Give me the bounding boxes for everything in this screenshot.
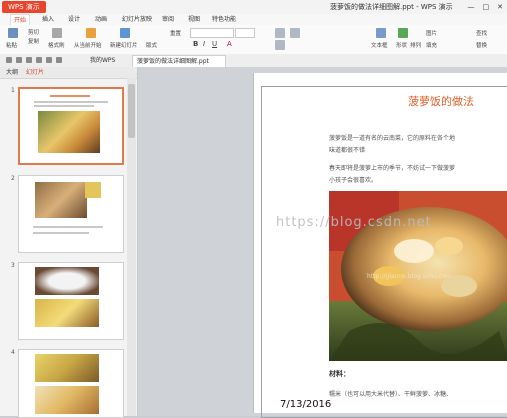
window-title: 菠萝饭的做法详细图解.ppt - WPS 演示 <box>330 3 453 11</box>
font-color-button[interactable]: A <box>227 40 232 48</box>
format-painter-button[interactable]: 格式刷 <box>48 41 65 49</box>
window-controls: — □ ✕ <box>468 1 504 13</box>
slide-date: 7/13/2016 <box>280 399 332 410</box>
slide-thumbnail-photo <box>35 354 99 382</box>
font-name-select[interactable] <box>190 28 234 38</box>
slide-number: 2 <box>11 175 15 182</box>
tab-my-wps[interactable]: 我的WPS <box>86 55 119 66</box>
save-icon[interactable] <box>6 57 12 63</box>
slide-thumbnail-photo <box>35 299 99 327</box>
format-painter-icon[interactable] <box>52 28 62 38</box>
slide-paragraph: 春天即将是菠萝上市的季节，不妨试一下做菠萝 <box>329 165 456 172</box>
paragraph-icon[interactable] <box>275 40 285 50</box>
dropdown-icon[interactable] <box>56 57 62 63</box>
print-icon[interactable] <box>16 57 22 63</box>
watermark-text: https://blog.csdn.net <box>276 215 432 230</box>
slide-thumbnail-photo <box>35 182 87 218</box>
photo-caption: http://glanne.blog.sohu.com <box>367 273 452 280</box>
panel-tabs: 大纲 幻灯片 <box>0 67 137 79</box>
picture-button[interactable]: 图片 <box>426 29 437 37</box>
slide-thumbnail-photo <box>85 182 101 198</box>
slide-thumbnail-photo <box>35 267 99 295</box>
textbox-icon[interactable] <box>376 28 386 38</box>
arrange-button[interactable]: 排列 <box>410 41 421 49</box>
bold-button[interactable]: B <box>193 40 198 48</box>
preview-icon[interactable] <box>26 57 32 63</box>
menu-view[interactable]: 视图 <box>188 14 200 25</box>
menu-special[interactable]: 特色功能 <box>212 14 236 25</box>
textbox-button[interactable]: 文本框 <box>371 41 388 49</box>
copy-button[interactable]: 复制 <box>28 37 39 45</box>
slide-canvas: 菠萝饭的做法 菠萝饭是一道有名的云南菜，它的原料在各个地 味道都很不错 春天即将… <box>138 67 507 418</box>
panel-scrollbar[interactable] <box>127 78 136 416</box>
slide-thumbnail-1[interactable] <box>18 87 124 165</box>
slide-number: 4 <box>11 349 15 356</box>
shapes-icon[interactable] <box>398 28 408 38</box>
slide-thumbnail-photo <box>38 111 100 153</box>
slide-number: 3 <box>11 262 15 269</box>
find-button[interactable]: 查找 <box>476 29 487 37</box>
italic-button[interactable]: I <box>203 40 205 48</box>
font-size-select[interactable] <box>235 28 255 38</box>
cut-button[interactable]: 剪切 <box>28 28 39 36</box>
slide-panel: 大纲 幻灯片 1 2 3 4 <box>0 67 138 418</box>
slide-number: 1 <box>11 87 15 94</box>
title-bar: WPS 演示 菠萝饭的做法详细图解.ppt - WPS 演示 — □ ✕ <box>0 0 507 15</box>
fill-button[interactable]: 填充 <box>426 41 437 49</box>
list-icon[interactable] <box>290 28 300 38</box>
menu-bar: 开始 插入 设计 动画 幻灯片放映 审阅 视图 特色功能 <box>0 14 507 26</box>
slide-paragraph: 小孩子会很喜欢。 <box>329 177 378 184</box>
slide-paragraph: 糯米（也可以用大米代替）、干鲜菠萝、冰糖、 <box>329 391 453 398</box>
new-slide-icon[interactable] <box>120 28 130 38</box>
layout-button[interactable]: 版式 <box>146 41 157 49</box>
slide-thumbnail-3[interactable] <box>18 262 124 340</box>
redo-icon[interactable] <box>46 57 52 63</box>
slide-paragraph: 菠萝饭是一道有名的云南菜，它的原料在各个地 <box>329 135 456 142</box>
ribbon-toolbar: 粘贴 剪切 复制 格式刷 从当前开始 新建幻灯片 版式 重置 B I U A 文… <box>0 25 507 55</box>
tab-slides[interactable]: 幻灯片 <box>26 67 44 78</box>
app-menu-button[interactable]: WPS 演示 <box>2 1 46 13</box>
paste-button[interactable]: 粘贴 <box>6 41 17 49</box>
tab-document[interactable]: 菠萝饭的做法详细图解.ppt <box>132 55 226 67</box>
materials-label: 材料： <box>329 370 350 378</box>
document-tab-bar: 我的WPS 菠萝饭的做法详细图解.ppt <box>0 54 507 68</box>
slide-thumbnail-4[interactable] <box>18 349 124 418</box>
play-from-current-icon[interactable] <box>86 28 96 38</box>
shapes-button[interactable]: 形状 <box>396 41 407 49</box>
minimize-button[interactable]: — <box>468 1 475 13</box>
menu-slideshow[interactable]: 幻灯片放映 <box>122 14 152 25</box>
slide-thumbnail-photo <box>35 386 99 414</box>
new-slide-button[interactable]: 新建幻灯片 <box>110 41 138 49</box>
menu-insert[interactable]: 插入 <box>42 14 54 25</box>
menu-design[interactable]: 设计 <box>68 14 80 25</box>
replace-button[interactable]: 替换 <box>476 41 487 49</box>
close-button[interactable]: ✕ <box>497 1 503 13</box>
menu-animation[interactable]: 动画 <box>95 14 107 25</box>
reset-button[interactable]: 重置 <box>170 29 181 37</box>
align-icon[interactable] <box>275 28 285 38</box>
undo-icon[interactable] <box>36 57 42 63</box>
slide-page[interactable]: 菠萝饭的做法 菠萝饭是一道有名的云南菜，它的原料在各个地 味道都很不错 春天即将… <box>253 73 507 418</box>
from-current-button[interactable]: 从当前开始 <box>74 41 102 49</box>
maximize-button[interactable]: □ <box>483 1 490 13</box>
tab-outline[interactable]: 大纲 <box>6 67 18 78</box>
slide-paragraph: 味道都很不错 <box>329 147 366 154</box>
underline-button[interactable]: U <box>212 40 217 48</box>
menu-review[interactable]: 审阅 <box>162 14 174 25</box>
scrollbar-thumb[interactable] <box>128 84 135 138</box>
slide-title: 菠萝饭的做法 <box>408 95 474 108</box>
paste-icon[interactable] <box>8 28 18 38</box>
slide-thumbnail-2[interactable] <box>18 175 124 253</box>
